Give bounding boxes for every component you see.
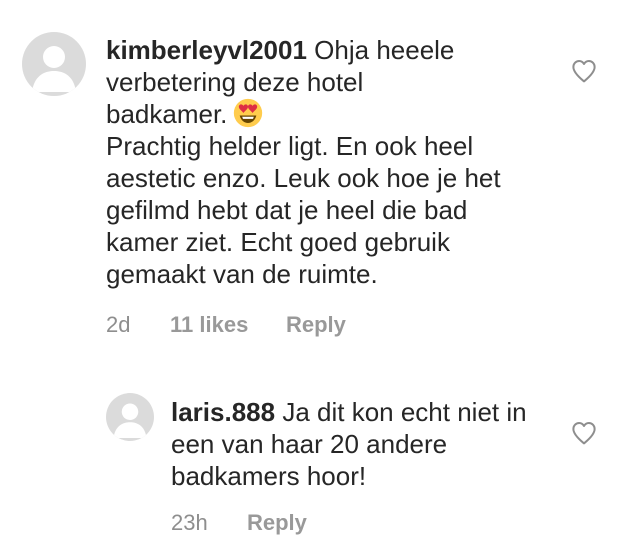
reply-avatar[interactable] [106, 393, 154, 441]
comment-avatar[interactable] [22, 32, 86, 96]
reply-button[interactable]: Reply [247, 510, 307, 536]
default-avatar-icon [32, 46, 76, 92]
comment-text: Ohja heeele [314, 35, 455, 65]
comment-text: badkamer. [106, 99, 228, 129]
likes-count-button[interactable]: 11 likes [170, 312, 248, 338]
comment-username[interactable]: laris.888 [171, 397, 275, 427]
comment-body: kimberleyvl2001 Ohja heeele verbetering … [106, 34, 546, 290]
comment-text: Prachtig helder ligt. En ook heel aestet… [106, 131, 501, 289]
like-heart-icon[interactable] [569, 418, 599, 448]
reply-body: laris.888 Ja dit kon echt niet in een va… [171, 396, 531, 492]
comment-time: 23h [171, 510, 208, 535]
heart-eyes-emoji [234, 98, 263, 128]
like-heart-icon[interactable] [569, 56, 599, 86]
reply-button[interactable]: Reply [286, 312, 346, 338]
comment-time: 2d [106, 312, 131, 337]
comment-username[interactable]: kimberleyvl2001 [106, 35, 307, 65]
default-avatar-icon [113, 403, 147, 438]
comment-text: verbetering deze hotel [106, 67, 364, 97]
